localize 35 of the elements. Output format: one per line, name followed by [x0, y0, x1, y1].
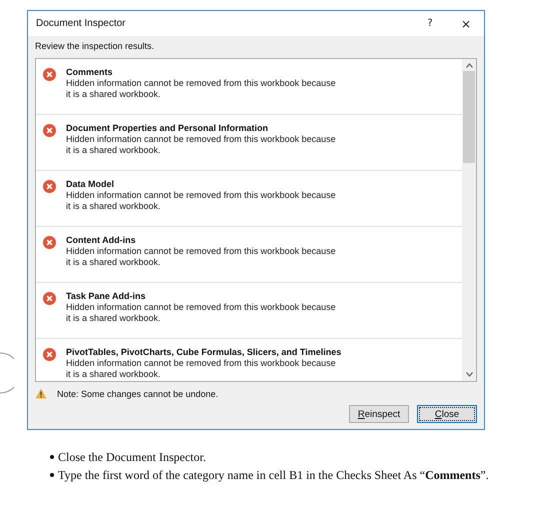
note-text: Note: Some changes cannot be undone. — [57, 388, 218, 398]
warning-icon — [35, 388, 47, 399]
chevron-up-icon[interactable] — [466, 63, 472, 68]
result-title: PivotTables, PivotCharts, Cube Formulas, Slicers, and Timelines — [66, 347, 342, 357]
error-icon — [43, 124, 56, 137]
result-detail: Hidden information cannot be removed from this workbook because it is a shared workbook. — [66, 78, 337, 100]
bullet-icon — [50, 473, 54, 477]
result-title: Data Model — [66, 179, 116, 189]
instruction-step: Type the first word of the category name in cell B1 in the Checks Sheet As “Comments”. — [58, 468, 489, 482]
window-title: Document Inspector — [36, 18, 126, 29]
bullet-icon — [50, 455, 54, 459]
result-detail: Hidden information cannot be removed from this workbook because it is a shared workbook. — [66, 358, 337, 380]
chevron-down-icon[interactable] — [466, 372, 472, 377]
result-detail: Hidden information cannot be removed from this workbook because it is a shared workbook. — [66, 302, 337, 324]
help-button[interactable]: ? — [412, 12, 448, 36]
close-dialog-button[interactable]: Close — [417, 405, 477, 423]
result-detail: Hidden information cannot be removed from this workbook because it is a shared workbook. — [66, 134, 337, 156]
result-title: Content Add-ins — [66, 235, 137, 245]
error-icon — [43, 180, 56, 193]
result-title: Comments — [66, 67, 114, 77]
scrollbar[interactable] — [462, 59, 476, 381]
result-title: Task Pane Add-ins — [66, 291, 147, 301]
error-icon — [43, 68, 56, 81]
scrollbar-thumb[interactable] — [463, 71, 475, 163]
instruction-text: Review the inspection results. — [35, 41, 156, 51]
error-icon — [43, 292, 56, 305]
reinspect-button[interactable]: Reinspect — [349, 405, 409, 423]
instruction-step: Close the Document Inspector. — [58, 450, 206, 464]
error-icon — [43, 236, 56, 249]
close-button[interactable]: × — [448, 12, 484, 36]
result-detail: Hidden information cannot be removed from this workbook because it is a shared workbook. — [66, 246, 337, 268]
circle-outline — [0, 351, 14, 395]
result-title: Document Properties and Personal Information — [66, 123, 270, 133]
result-detail: Hidden information cannot be removed from this workbook because it is a shared workbook. — [66, 190, 337, 212]
error-icon — [43, 348, 56, 361]
